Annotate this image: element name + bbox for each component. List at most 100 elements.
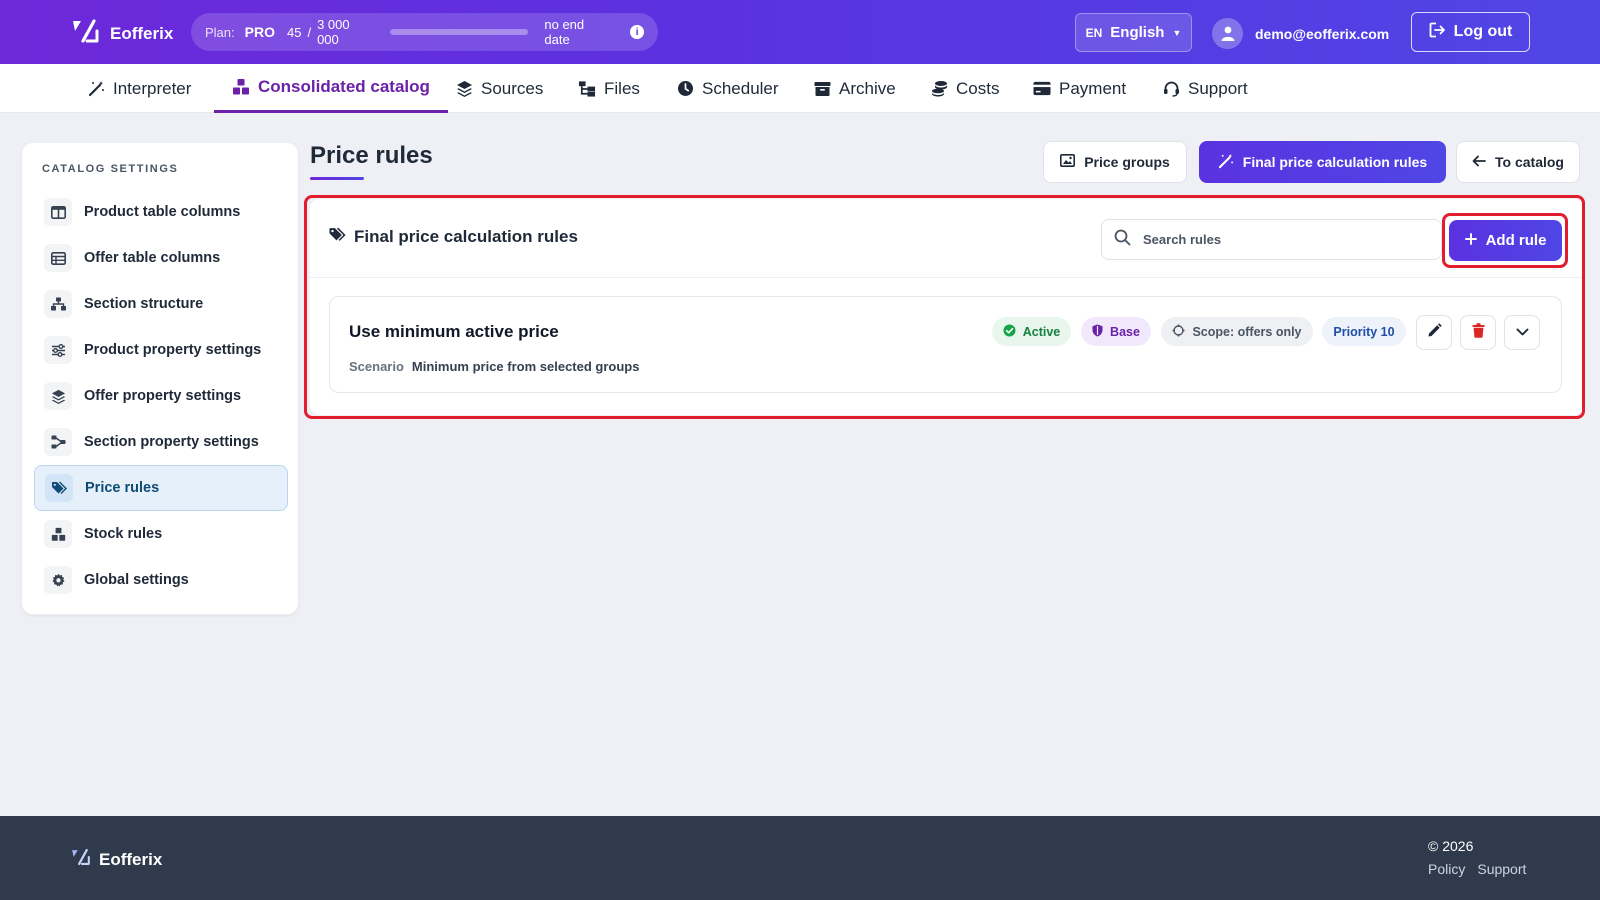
plan-separator: / [307,24,312,40]
edit-rule-button[interactable] [1416,315,1452,350]
eofferix-logo-icon [70,848,91,871]
sidebar-item-label: Section structure [84,296,204,312]
nav-label: Archive [839,78,896,98]
plan-usage-pill: Plan: PRO 45 / 3 000 000 no end date i [191,13,658,51]
footer-link-policy[interactable]: Policy [1428,861,1465,877]
footer-links: Policy Support [1428,861,1526,877]
nav-item-consolidated-catalog[interactable]: Consolidated catalog [214,64,448,113]
sidebar-item-section-structure[interactable]: Section structure [34,281,288,327]
type-badge: Base [1081,317,1151,346]
add-rule-button[interactable]: Add rule [1449,220,1562,261]
plan-tier: PRO [244,24,275,40]
final-price-rules-button[interactable]: Final price calculation rules [1199,141,1446,183]
language-name: English [1110,24,1165,41]
sidebar-item-global-settings[interactable]: Global settings [34,557,288,603]
layers-icon [44,382,72,410]
sidebar-item-label: Section property settings [84,434,259,450]
price-groups-label: Price groups [1084,154,1170,170]
search-rules-field[interactable] [1101,219,1442,260]
plan-label: Plan: [205,24,235,40]
nav-item-costs[interactable]: Costs [930,64,999,113]
sidebar-item-label: Global settings [84,572,189,588]
magic-wand-icon [87,80,105,98]
nav-item-files[interactable]: Files [578,64,640,113]
info-icon[interactable]: i [630,25,644,39]
nav-label: Payment [1059,78,1127,98]
sidebar-item-stock-rules[interactable]: Stock rules [34,511,288,557]
plan-usage-bar [390,29,529,35]
expand-rule-button[interactable] [1504,315,1540,350]
gear-icon [44,566,72,594]
brand-logo[interactable]: Eofferix [70,18,173,49]
nav-item-sources[interactable]: Sources [455,64,543,113]
main-nav: Interpreter Consolidated catalog Sources… [0,64,1600,113]
panel-header: Final price calculation rules Add rule [310,199,1584,278]
crosshair-icon [1172,324,1185,340]
tags-icon [328,227,346,247]
nav-label: Files [604,78,640,98]
to-catalog-button[interactable]: To catalog [1456,141,1580,183]
delete-rule-button[interactable] [1460,315,1496,350]
coins-icon [930,80,948,98]
plan-used: 45 [286,24,302,40]
sidebar-item-section-property-settings[interactable]: Section property settings [34,419,288,465]
status-badge: Active [992,317,1071,346]
check-circle-icon [1003,324,1016,340]
boxes-icon [232,78,250,96]
brand-name: Eofferix [110,23,174,43]
price-groups-button[interactable]: Price groups [1043,141,1187,183]
caret-down-icon: ▼ [1172,27,1182,38]
sidebar-item-label: Product table columns [84,204,241,220]
footer-link-support[interactable]: Support [1477,861,1526,877]
rule-scenario: Scenario Minimum price from selected gro… [349,359,639,374]
footer-copyright: © 2026 [1428,838,1474,854]
nav-item-interpreter[interactable]: Interpreter [87,64,191,113]
columns-icon [44,198,72,226]
sidebar-item-label: Price rules [85,480,160,496]
to-catalog-label: To catalog [1495,154,1564,170]
language-selector[interactable]: EN English ▼ [1075,13,1192,52]
page-title: Price rules [310,142,433,169]
status-text: Active [1022,324,1061,339]
nav-item-payment[interactable]: Payment [1033,64,1126,113]
nav-label: Consolidated catalog [258,77,430,96]
user-account[interactable]: demo@eofferix.com [1212,18,1389,49]
image-icon [1060,154,1076,170]
nav-label: Sources [481,78,544,98]
rule-name: Use minimum active price [349,322,559,341]
tags-icon [45,474,73,502]
search-input[interactable] [1143,232,1423,247]
nav-item-archive[interactable]: Archive [813,64,896,113]
title-underline [310,177,364,180]
sidebar-item-offer-table-columns[interactable]: Offer table columns [34,235,288,281]
user-avatar-icon [1212,18,1243,49]
user-email: demo@eofferix.com [1255,25,1390,42]
logout-button[interactable]: Log out [1411,12,1530,52]
scope-text: Scope: offers only [1192,324,1302,339]
sidebar-item-product-table-columns[interactable]: Product table columns [34,189,288,235]
table-icon [44,244,72,272]
scenario-label: Scenario [349,359,404,374]
scenario-value: Minimum price from selected groups [411,359,640,374]
eofferix-logo-icon [70,18,100,49]
priority-badge: Priority 10 [1322,317,1406,346]
language-code: EN [1085,25,1103,40]
credit-card-icon [1033,80,1051,98]
sidebar-item-label: Product property settings [84,342,262,358]
plus-icon [1464,232,1477,249]
nav-label: Scheduler [702,78,779,98]
archive-icon [813,80,831,98]
panel-title: Final price calculation rules [328,227,578,247]
nav-item-scheduler[interactable]: Scheduler [676,64,779,113]
nav-label: Support [1188,78,1248,98]
final-price-rules-label: Final price calculation rules [1242,154,1428,170]
sidebar-item-product-property-settings[interactable]: Product property settings [34,327,288,373]
nav-item-support[interactable]: Support [1162,64,1248,113]
panel-title-text: Final price calculation rules [354,227,578,246]
sidebar-item-price-rules[interactable]: Price rules [34,465,288,511]
add-rule-label: Add rule [1485,232,1547,249]
footer-brand[interactable]: Eofferix [70,848,162,871]
plan-limit: 3 000 000 [317,17,350,47]
sidebar-item-offer-property-settings[interactable]: Offer property settings [34,373,288,419]
headset-icon [1162,80,1180,98]
